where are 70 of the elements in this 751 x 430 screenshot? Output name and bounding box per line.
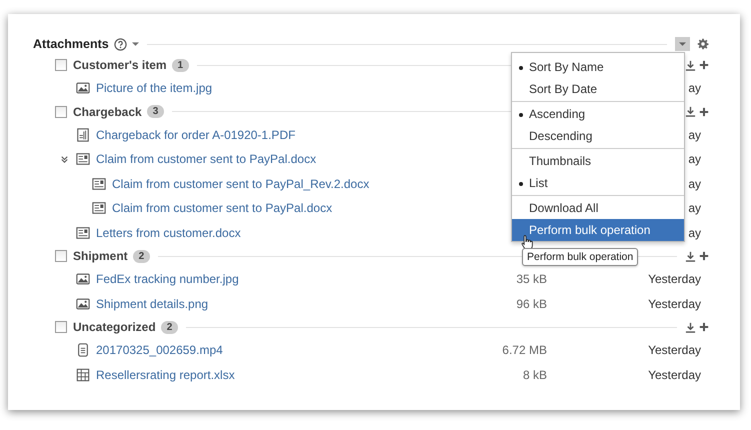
count-badge: 2 [132, 250, 150, 262]
add-icon[interactable] [699, 106, 709, 116]
menu-item[interactable]: Sort By Date [512, 78, 684, 100]
doc-file-icon [76, 226, 90, 240]
file-link[interactable]: 20170325_002659.mp4 [96, 343, 223, 358]
file-size: 96 kB [516, 296, 547, 311]
file-link[interactable]: Claim from customer sent to PayPal.docx [112, 201, 332, 216]
file-date: Yesterday [648, 296, 701, 311]
add-icon[interactable] [699, 60, 709, 70]
group-checkbox[interactable] [55, 321, 67, 333]
download-icon[interactable] [685, 250, 696, 262]
file-date: Yesterday [648, 368, 701, 382]
file-size: 8 kB [522, 368, 547, 382]
file-link[interactable]: Claim from customer sent to PayPal_Rev.2.docx [112, 176, 370, 191]
doc-file-icon [92, 201, 106, 216]
group-name: Chargeback [73, 104, 142, 118]
caret-icon[interactable] [132, 42, 139, 46]
file-date: ay [688, 226, 701, 240]
file-date: ay [688, 201, 701, 216]
group-checkbox[interactable] [55, 59, 67, 71]
file-date: ay [688, 81, 701, 96]
download-icon[interactable] [685, 322, 696, 332]
download-icon[interactable] [685, 106, 696, 117]
download-icon[interactable] [685, 60, 696, 70]
file-link[interactable]: Shipment details.png [96, 296, 208, 311]
count-badge: 2 [160, 320, 178, 334]
file-date: Yesterday [648, 343, 701, 358]
caret-icon [679, 42, 686, 46]
file-link[interactable]: Claim from customer sent to PayPal.docx [96, 152, 316, 166]
image-file-icon [76, 296, 90, 311]
group-name: Uncategorized [73, 320, 156, 334]
menu-item[interactable]: Ascending [512, 103, 684, 125]
file-size: 35 kB [516, 272, 547, 286]
group-name: Shipment [73, 249, 128, 263]
file-link[interactable]: Letters from customer.docx [96, 226, 241, 240]
file-date: ay [688, 128, 701, 142]
menu-item[interactable]: Sort By Name [512, 56, 684, 78]
menu-item[interactable]: Download All [512, 197, 684, 219]
add-icon[interactable] [699, 251, 709, 261]
count-badge: 1 [172, 58, 190, 72]
tooltip: Perform bulk operation [522, 248, 638, 266]
menu-item[interactable]: Thumbnails [512, 150, 684, 172]
collapse-chevron-icon[interactable] [60, 154, 69, 164]
group-checkbox[interactable] [55, 250, 67, 262]
file-date: ay [688, 152, 701, 166]
image-file-icon [76, 81, 90, 96]
file-date: Yesterday [648, 272, 701, 286]
menu-item[interactable]: Descending [512, 125, 684, 147]
add-icon[interactable] [699, 322, 709, 332]
help-icon[interactable] [114, 38, 127, 50]
menu-toggle-button[interactable] [675, 37, 690, 51]
file-date: ay [688, 176, 701, 191]
sheet-file-icon [76, 368, 90, 382]
file-size: 6.72 MB [502, 343, 547, 358]
menu-item[interactable]: Perform bulk operation [512, 219, 684, 241]
file-link[interactable]: Chargeback for order A-01920-1.PDF [96, 128, 296, 142]
file-link[interactable]: Picture of the item.jpg [96, 81, 212, 96]
image-file-icon [76, 272, 90, 286]
settings-icon[interactable] [697, 38, 709, 50]
file-link[interactable]: Resellersrating report.xlsx [96, 368, 235, 382]
file-link[interactable]: FedEx tracking number.jpg [96, 272, 239, 286]
pdf-file-icon [76, 128, 90, 142]
doc-file-icon [92, 176, 106, 191]
video-file-icon [76, 343, 90, 358]
group-checkbox[interactable] [55, 106, 67, 118]
count-badge: 3 [146, 105, 164, 118]
doc-file-icon [76, 152, 90, 166]
panel-title: Attachments [33, 37, 109, 51]
group-name: Customer's item [73, 58, 167, 72]
menu-item[interactable]: List [512, 172, 684, 194]
